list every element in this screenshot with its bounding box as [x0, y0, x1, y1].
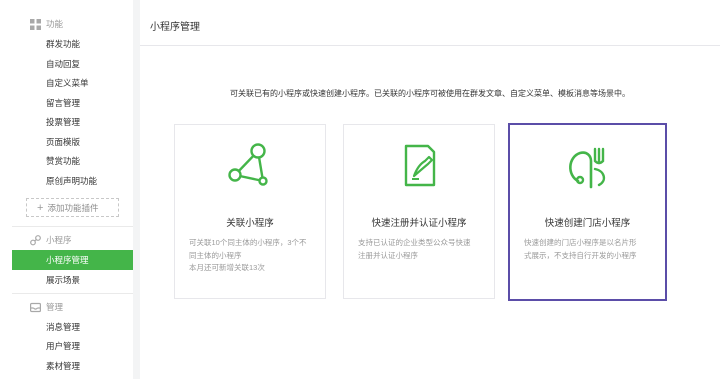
card-desc-line: 注册并认证小程序 — [358, 250, 418, 260]
layout-gap — [133, 0, 140, 379]
sidebar-item-users[interactable]: 用户管理 — [12, 336, 133, 356]
sidebar-item-mass-send[interactable]: 群发功能 — [12, 34, 133, 54]
card-description: 支持已认证的企业类型公众号快速 注册并认证小程序 — [358, 237, 482, 262]
card-link-miniprogram[interactable]: 关联小程序 可关联10个同主体的小程序，3个不 同主体的小程序 本月还可新增关联… — [174, 124, 326, 299]
sidebar-item-comments[interactable]: 留言管理 — [12, 93, 133, 113]
sidebar-section-title: 功能 — [46, 19, 64, 29]
sidebar-item-reward[interactable]: 赞赏功能 — [12, 151, 133, 171]
card-desc-line: 可关联10个同主体的小程序，3个不 — [189, 238, 307, 247]
main-panel: 小程序管理 可关联已有的小程序或快速创建小程序。已关联的小程序可被使用在群发文章… — [140, 0, 720, 379]
page-title: 小程序管理 — [150, 22, 200, 33]
card-title: 快速创建门店小程序 — [544, 218, 631, 229]
sidebar-section-miniprogram: 小程序 — [30, 232, 72, 248]
sidebar-section-features: 功能 — [30, 16, 63, 32]
card-create-store-miniprogram[interactable]: 快速创建门店小程序 快速创建的门店小程序是以名片形 式展示，不支持自行开发的小程… — [508, 123, 667, 301]
sidebar-divider — [12, 226, 133, 227]
inbox-icon — [30, 302, 41, 312]
sidebar-item-materials[interactable]: 素材管理 — [12, 356, 133, 376]
link-nodes-icon — [175, 141, 325, 195]
card-description: 快速创建的门店小程序是以名片形 式展示，不支持自行开发的小程序 — [524, 237, 653, 262]
sidebar-item-miniprogram-management[interactable]: 小程序管理 — [12, 250, 133, 270]
card-title: 快速注册并认证小程序 — [371, 218, 467, 229]
card-desc-line: 同主体的小程序 — [189, 250, 242, 260]
sidebar-item-original-declaration[interactable]: 原创声明功能 — [12, 171, 133, 191]
sidebar-item-auto-reply[interactable]: 自动回复 — [12, 54, 133, 74]
main-header: 小程序管理 — [140, 0, 720, 46]
card-desc-line: 本月还可新增关联13次 — [189, 263, 265, 272]
card-register-miniprogram[interactable]: 快速注册并认证小程序 支持已认证的企业类型公众号快速 注册并认证小程序 — [343, 124, 495, 299]
sidebar-section-title: 管理 — [46, 302, 64, 312]
sidebar-section-management: 管理 — [30, 299, 63, 315]
sidebar-item-votes[interactable]: 投票管理 — [12, 112, 133, 132]
card-description: 可关联10个同主体的小程序，3个不 同主体的小程序 本月还可新增关联13次 — [189, 237, 313, 275]
add-plugin-button[interactable]: + 添加功能插件 — [26, 198, 119, 217]
sidebar-item-custom-menu[interactable]: 自定义菜单 — [12, 73, 133, 93]
sidebar-divider — [12, 293, 133, 294]
register-document-icon — [344, 141, 494, 195]
miniprogram-link-icon — [30, 234, 41, 245]
card-desc-line: 快速创建的门店小程序是以名片形 — [524, 238, 637, 247]
sidebar-section-title: 小程序 — [46, 235, 72, 245]
sidebar: 功能 群发功能 自动回复 自定义菜单 留言管理 投票管理 页面模版 赞赏功能 原… — [0, 0, 133, 379]
store-fork-icon — [510, 141, 665, 195]
card-desc-line: 式展示，不支持自行开发的小程序 — [524, 250, 637, 260]
card-desc-line: 支持已认证的企业类型公众号快速 — [358, 238, 471, 247]
grid-icon — [30, 18, 41, 30]
plus-icon: + — [37, 201, 44, 214]
add-plugin-label: 添加功能插件 — [47, 202, 99, 213]
sidebar-item-display-scenes[interactable]: 展示场景 — [12, 270, 133, 290]
intro-text: 可关联已有的小程序或快速创建小程序。已关联的小程序可被使用在群发文章、自定义菜单… — [230, 89, 630, 98]
sidebar-item-page-templates[interactable]: 页面模版 — [12, 132, 133, 152]
sidebar-item-messages[interactable]: 消息管理 — [12, 317, 133, 337]
card-title: 关联小程序 — [226, 218, 274, 229]
